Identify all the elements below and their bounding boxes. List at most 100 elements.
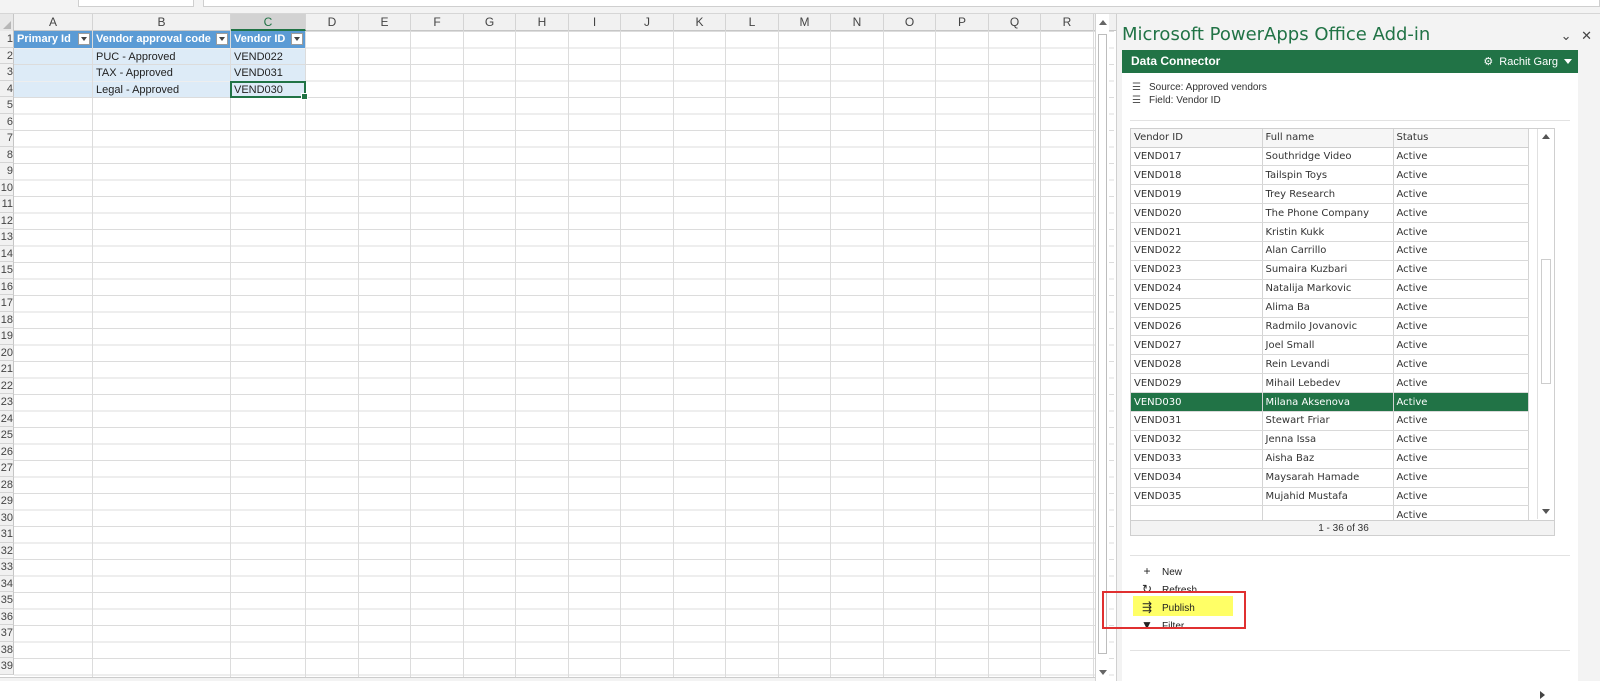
close-icon[interactable]: ✕ [1581,28,1592,43]
table-header-cell[interactable]: Vendor approval code [93,31,230,48]
row-header[interactable]: 12 [0,212,14,229]
row-header[interactable]: 2 [0,47,14,64]
filter-dropdown-icon[interactable] [291,33,303,45]
table-cell[interactable] [14,48,92,64]
row-header[interactable]: 10 [0,179,14,196]
column-header-a[interactable]: A [14,14,93,31]
column-header-q[interactable]: Q [989,14,1041,31]
row-header[interactable]: 24 [0,410,14,427]
table-row[interactable]: VEND034 Maysarah Hamade Active [1131,468,1529,488]
row-header[interactable]: 1 [0,31,14,48]
scroll-up-icon[interactable] [1542,134,1550,139]
column-header-c[interactable]: C [231,14,306,31]
row-header[interactable]: 14 [0,245,14,262]
row-header[interactable]: 16 [0,278,14,295]
vendor-table[interactable]: Vendor ID Full name Status VEND017 Southr… [1130,128,1555,536]
table-cell[interactable] [14,65,92,81]
table-row[interactable]: VEND032 Jenna Issa Active [1131,430,1529,450]
filter-dropdown-icon[interactable] [216,33,228,45]
row-header[interactable]: 35 [0,592,14,609]
scroll-thumb[interactable] [1098,34,1107,654]
table-row[interactable]: VEND028 Rein Levandi Active [1131,354,1529,375]
name-box[interactable] [78,0,194,7]
row-header[interactable]: 30 [0,509,14,526]
column-header-g[interactable]: G [464,14,516,31]
row-header[interactable]: 6 [0,113,14,130]
chevron-right-icon[interactable] [1540,691,1545,699]
row-header[interactable]: 22 [0,377,14,394]
chevron-down-icon[interactable] [1564,59,1572,64]
row-header[interactable]: 3 [0,64,14,81]
table-row[interactable]: VEND030 Milana Aksenova Active [1131,392,1529,412]
scroll-thumb[interactable] [1541,259,1551,384]
table-row[interactable]: VEND021 Kristin Kukk Active [1131,222,1529,242]
column-header-b[interactable]: B [93,14,231,31]
row-header[interactable]: 31 [0,526,14,543]
table-row[interactable]: VEND029 Mihail Lebedev Active [1131,373,1529,394]
row-header[interactable]: 15 [0,262,14,279]
row-header[interactable]: 18 [0,311,14,328]
row-header[interactable]: 34 [0,575,14,592]
row-header[interactable]: 7 [0,130,14,147]
user-menu[interactable]: ⚙ Rachit Garg [1483,55,1558,68]
row-header[interactable]: 13 [0,229,14,246]
table-cell[interactable]: Legal - Approved [93,81,230,97]
select-all-corner[interactable] [0,14,14,31]
pane-options-icon[interactable]: ⌄ [1561,28,1572,43]
column-header-status[interactable]: Status [1393,129,1529,148]
filter-dropdown-icon[interactable] [78,33,90,45]
table-cell[interactable]: VEND022 [231,48,305,64]
column-header-i[interactable]: I [569,14,621,31]
row-header[interactable]: 37 [0,625,14,642]
table-scrollbar[interactable] [1537,129,1554,519]
row-header[interactable]: 5 [0,97,14,114]
row-header[interactable]: 11 [0,196,14,213]
row-header[interactable]: 21 [0,361,14,378]
row-header[interactable]: 26 [0,443,14,460]
column-header-d[interactable]: D [306,14,359,31]
table-row[interactable]: VEND019 Trey Research Active [1131,184,1529,205]
column-header-m[interactable]: M [779,14,831,31]
row-header[interactable]: 33 [0,559,14,576]
table-row[interactable]: VEND027 Joel Small Active [1131,335,1529,356]
column-header-o[interactable]: O [884,14,936,31]
row-header[interactable]: 32 [0,542,14,559]
row-header[interactable]: 27 [0,460,14,477]
column-header-p[interactable]: P [936,14,989,31]
column-header-e[interactable]: E [359,14,411,31]
table-row[interactable]: VEND024 Natalija Markovic Active [1131,279,1529,299]
sheet-vertical-scrollbar[interactable] [1095,14,1109,681]
table-row[interactable]: VEND023 Sumaira Kuzbari Active [1131,260,1529,280]
table-row[interactable]: VEND025 Alima Ba Active [1131,298,1529,318]
row-header[interactable]: 23 [0,394,14,411]
table-row[interactable]: VEND033 Aisha Baz Active [1131,449,1529,469]
table-row[interactable]: VEND035 Mujahid Mustafa Active [1131,487,1529,507]
new-button[interactable]: + New [1140,564,1182,578]
column-header-l[interactable]: L [726,14,779,31]
row-header[interactable]: 38 [0,641,14,658]
user-name[interactable]: Rachit Garg [1499,56,1558,68]
table-header-cell[interactable]: Vendor ID [231,31,305,48]
row-header[interactable]: 39 [0,658,14,675]
gear-icon[interactable]: ⚙ [1483,56,1493,68]
row-header[interactable]: 36 [0,608,14,625]
table-row[interactable]: VEND018 Tailspin Toys Active [1131,165,1529,186]
table-row[interactable]: VEND031 Stewart Friar Active [1131,411,1529,431]
scroll-up-icon[interactable] [1099,20,1107,25]
row-header[interactable]: 19 [0,328,14,345]
row-header[interactable]: 25 [0,427,14,444]
column-header-k[interactable]: K [674,14,726,31]
column-header-h[interactable]: H [516,14,569,31]
scroll-down-icon[interactable] [1099,670,1107,675]
row-header[interactable]: 8 [0,146,14,163]
table-cell[interactable]: VEND031 [231,65,305,81]
column-header-f[interactable]: F [411,14,464,31]
table-row[interactable]: VEND026 Radmilo Jovanovic Active [1131,317,1529,337]
table-cell[interactable] [14,81,92,97]
row-header[interactable]: 28 [0,476,14,493]
column-header-vendor-id[interactable]: Vendor ID [1131,129,1263,148]
table-cell[interactable]: PUC - Approved [93,48,230,64]
column-header-r[interactable]: R [1041,14,1094,31]
spreadsheet-grid[interactable]: ABCDEFGHIJKLMNOPQR 1 2 3 4 5 6 7 8 9 10 11 12 13 14 15… [0,14,1116,681]
scroll-down-icon[interactable] [1542,509,1550,514]
